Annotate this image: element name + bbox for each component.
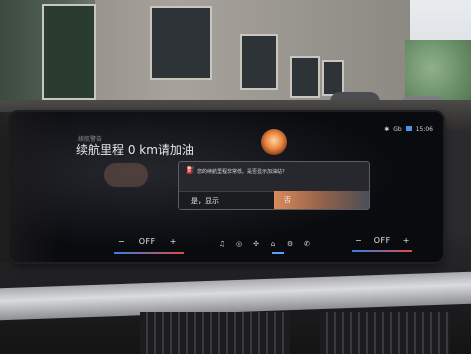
right-temp-value[interactable]: OFF [374,236,391,245]
steering-wheel-shadow [0,112,60,262]
phone-icon[interactable]: ✆ [303,240,311,248]
home-icon[interactable]: ⌂ [269,240,277,248]
show-stations-button[interactable]: 是，显示 [179,191,274,209]
climate-bar: − OFF + ♫ ◎ ✣ ⌂ ⚙ ✆ − OFF + [10,232,443,262]
assistant-orb-icon[interactable] [261,129,287,155]
nav-icon-row: ♫ ◎ ✣ ⌂ ⚙ ✆ [218,240,311,248]
left-temp-scale [114,252,184,254]
home-indicator [272,252,284,254]
left-temp-increase-button[interactable]: + [170,237,177,246]
left-temp-value[interactable]: OFF [139,237,156,246]
left-temp-control: − OFF + [118,237,176,246]
range-warning-text: 续航里程 0 km请加油 [76,143,194,157]
air-vent [140,312,290,354]
building-window [42,4,96,100]
low-range-dialog: ⛽ 您的续航里程非常低。是否显示加油站? 是，显示 否 [178,161,370,210]
air-vent [320,312,450,354]
signal-icon [405,126,412,131]
status-bar: ✱ Gb 15:06 [384,126,433,133]
wifi-icon: Gb [393,126,402,133]
left-temp-decrease-button[interactable]: − [118,237,125,246]
media-icon[interactable]: ◎ [235,240,243,248]
right-temp-scale [352,250,412,252]
right-temp-decrease-button[interactable]: − [355,236,362,245]
fuel-icon: ⛽ [186,166,195,174]
decline-button[interactable]: 否 [274,191,369,209]
right-temp-increase-button[interactable]: + [403,236,410,245]
photo-scene: ✱ Gb 15:06 续航警告 续航里程 0 km请加油 ⛽ 您的续航里程非常低… [0,0,471,354]
music-icon[interactable]: ♫ [218,240,226,248]
right-temp-control: − OFF + [355,236,409,245]
fan-icon[interactable]: ✣ [252,240,260,248]
seat-icon[interactable]: ⚙ [286,240,294,248]
building-window [240,34,278,90]
reflection [104,163,148,187]
dialog-message: 您的续航里程非常低。是否显示加油站? [197,169,285,175]
building-window [150,6,212,80]
building-window [322,60,344,96]
clock: 15:06 [415,126,433,133]
infotainment-screen: ✱ Gb 15:06 续航警告 续航里程 0 km请加油 ⛽ 您的续航里程非常低… [10,112,443,262]
bluetooth-icon: ✱ [384,126,390,133]
building-window [290,56,320,98]
